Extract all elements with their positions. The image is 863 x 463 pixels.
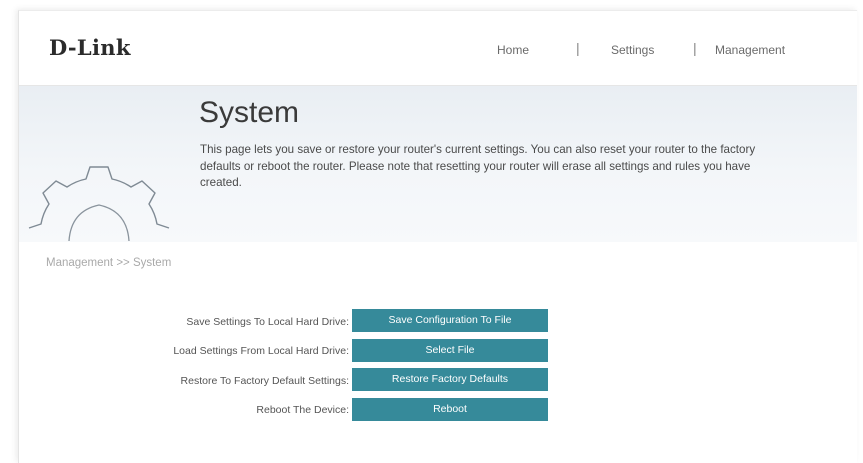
dlink-logo[interactable]: D-Link — [49, 35, 131, 60]
nav-home-link[interactable]: Home — [497, 43, 529, 57]
top-navigation-bar: D-Link Home | Settings | Management — [19, 11, 857, 86]
nav-settings-link[interactable]: Settings — [611, 43, 654, 57]
restore-factory-defaults-button[interactable]: Restore Factory Defaults — [352, 368, 548, 391]
save-settings-label: Save Settings To Local Hard Drive: — [186, 316, 349, 328]
page-banner: System This page lets you save or restor… — [19, 86, 857, 242]
reboot-button[interactable]: Reboot — [352, 398, 548, 421]
nav-separator: | — [576, 40, 580, 56]
page-description: This page lets you save or restore your … — [200, 143, 756, 189]
page-title: System — [199, 96, 300, 129]
reboot-device-label: Reboot The Device: — [256, 404, 349, 416]
gear-icon — [28, 166, 170, 241]
save-configuration-button[interactable]: Save Configuration To File — [352, 309, 548, 332]
breadcrumb: Management >> System — [46, 257, 172, 269]
router-admin-page: D-Link Home | Settings | Management Syst… — [18, 10, 857, 463]
nav-management-link[interactable]: Management — [715, 43, 785, 57]
select-file-button[interactable]: Select File — [352, 339, 548, 362]
nav-separator: | — [693, 40, 697, 56]
restore-defaults-label: Restore To Factory Default Settings: — [180, 375, 349, 387]
load-settings-label: Load Settings From Local Hard Drive: — [173, 345, 349, 357]
